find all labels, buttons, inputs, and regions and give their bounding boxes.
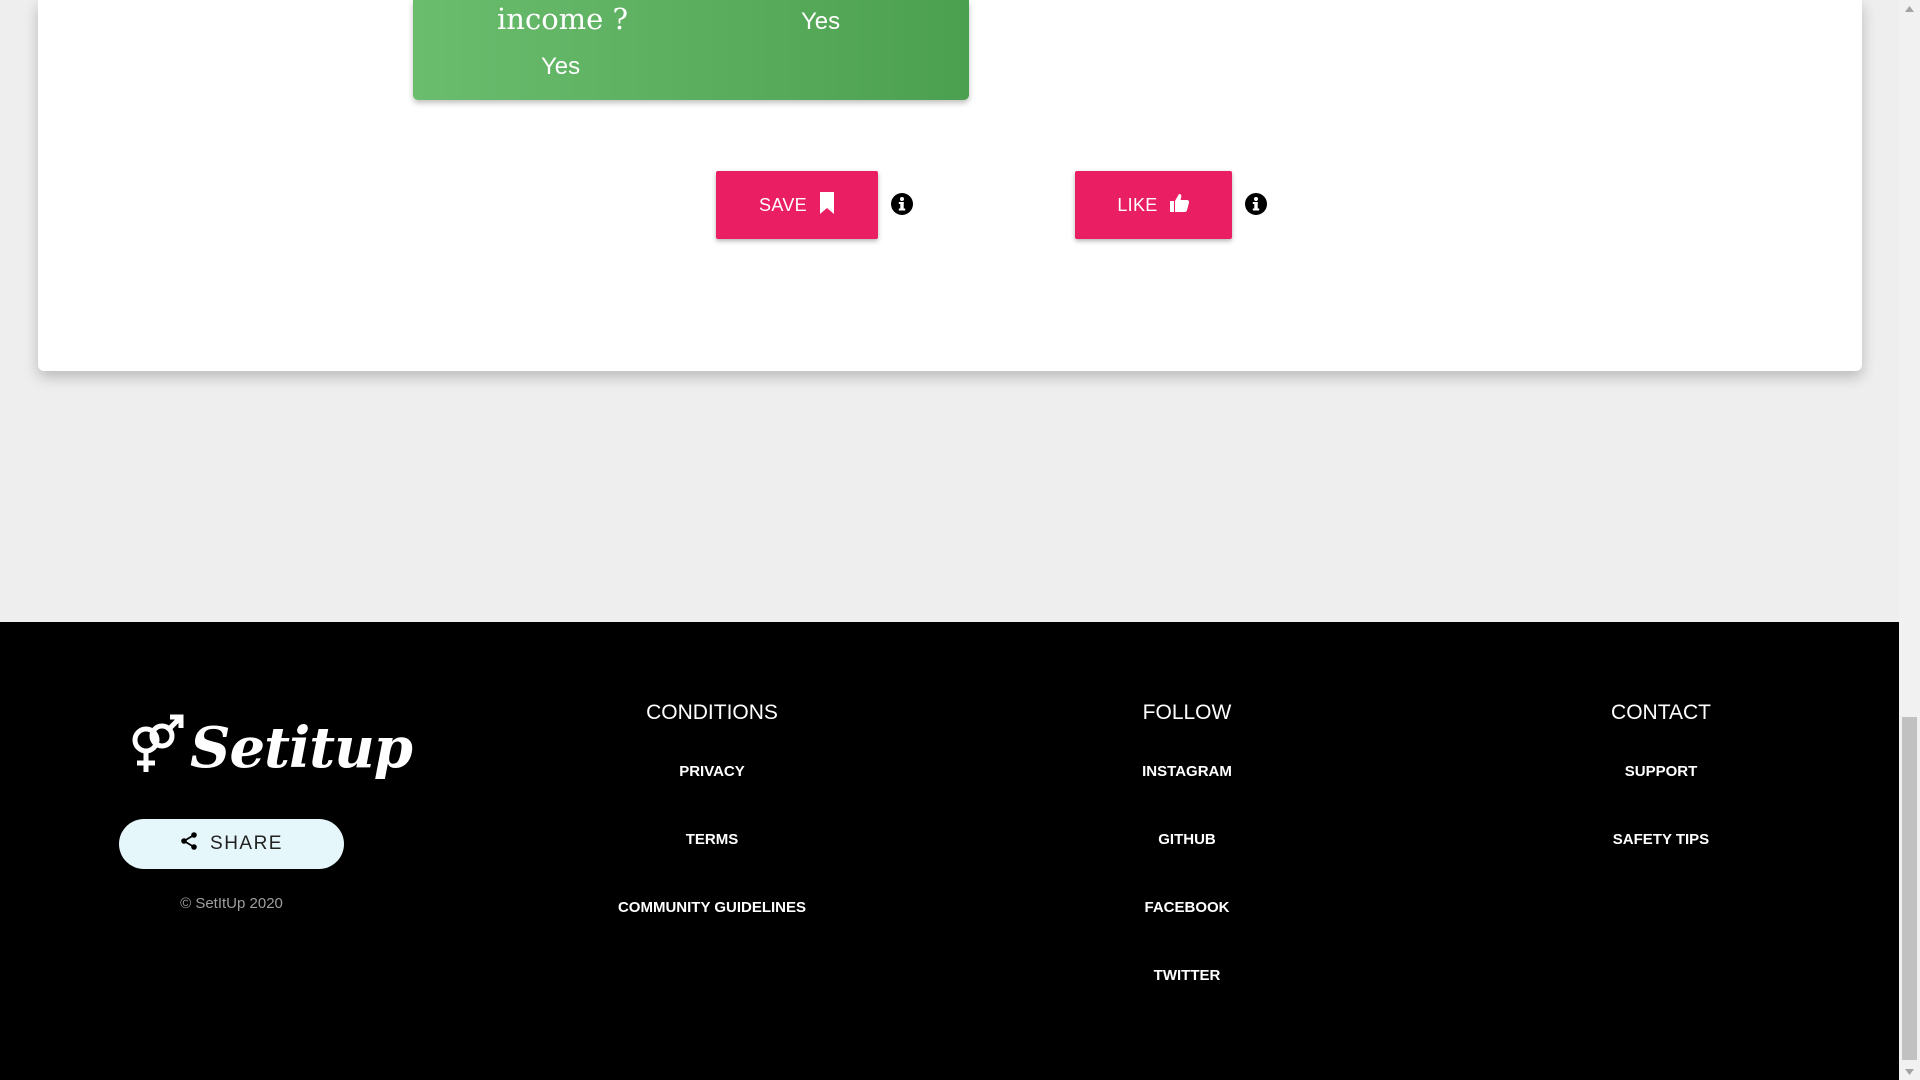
footer-column-conditions: CONDITIONS PRIVACY TERMS COMMUNITY GUIDE… xyxy=(512,700,912,967)
like-button-label: LIKE xyxy=(1117,194,1158,215)
footer-link-community-guidelines[interactable]: COMMUNITY GUIDELINES xyxy=(512,899,912,917)
thumbs-up-icon xyxy=(1169,193,1190,218)
footer-link-terms[interactable]: TERMS xyxy=(512,831,912,849)
column-heading: FOLLOW xyxy=(1142,701,1232,724)
footer-column-contact: CONTACT SUPPORT SAFETY TIPS xyxy=(1461,700,1861,899)
like-info-icon[interactable] xyxy=(1245,193,1267,215)
question-tile: income ? Yes Yes xyxy=(413,0,969,100)
page-scrollbar[interactable] xyxy=(1899,0,1920,1080)
save-info-icon[interactable] xyxy=(891,193,913,215)
question-text: income ? xyxy=(497,2,629,36)
column-heading: CONTACT xyxy=(1611,701,1711,724)
copyright-text: © SetItUp 2020 xyxy=(180,895,283,912)
save-button-label: SAVE xyxy=(759,194,807,215)
gender-symbol-icon xyxy=(128,714,184,781)
scroll-up-arrow-icon[interactable] xyxy=(1899,0,1920,17)
save-button[interactable]: SAVE xyxy=(716,171,878,239)
share-icon xyxy=(180,832,198,856)
footer-link-twitter[interactable]: TWITTER xyxy=(987,967,1387,985)
footer-link-instagram[interactable]: INSTAGRAM xyxy=(987,763,1387,781)
answer-text: Yes xyxy=(541,53,581,80)
site-logo[interactable]: Setitup xyxy=(128,714,413,781)
share-button[interactable]: SHARE xyxy=(119,819,344,869)
footer-link-facebook[interactable]: FACEBOOK xyxy=(987,899,1387,917)
share-button-label: SHARE xyxy=(210,833,283,854)
footer-link-support[interactable]: SUPPORT xyxy=(1461,763,1861,781)
profile-card: income ? Yes Yes SAVE LIKE xyxy=(38,0,1862,371)
scroll-down-arrow-icon[interactable] xyxy=(1899,1063,1920,1080)
footer-link-safety-tips[interactable]: SAFETY TIPS xyxy=(1461,831,1861,849)
like-button[interactable]: LIKE xyxy=(1075,171,1232,239)
column-heading: CONDITIONS xyxy=(646,701,778,724)
footer-column-follow: FOLLOW INSTAGRAM GITHUB FACEBOOK TWITTER xyxy=(987,700,1387,1035)
site-footer: Setitup SHARE © SetItUp 2020 CONDITIONS … xyxy=(0,622,1899,1080)
bookmark-icon xyxy=(819,191,835,219)
scrollbar-thumb[interactable] xyxy=(1902,717,1917,1060)
footer-link-github[interactable]: GITHUB xyxy=(987,831,1387,849)
answer-text-secondary: Yes xyxy=(801,8,841,35)
logo-text: Setitup xyxy=(190,714,413,781)
footer-link-privacy[interactable]: PRIVACY xyxy=(512,763,912,781)
